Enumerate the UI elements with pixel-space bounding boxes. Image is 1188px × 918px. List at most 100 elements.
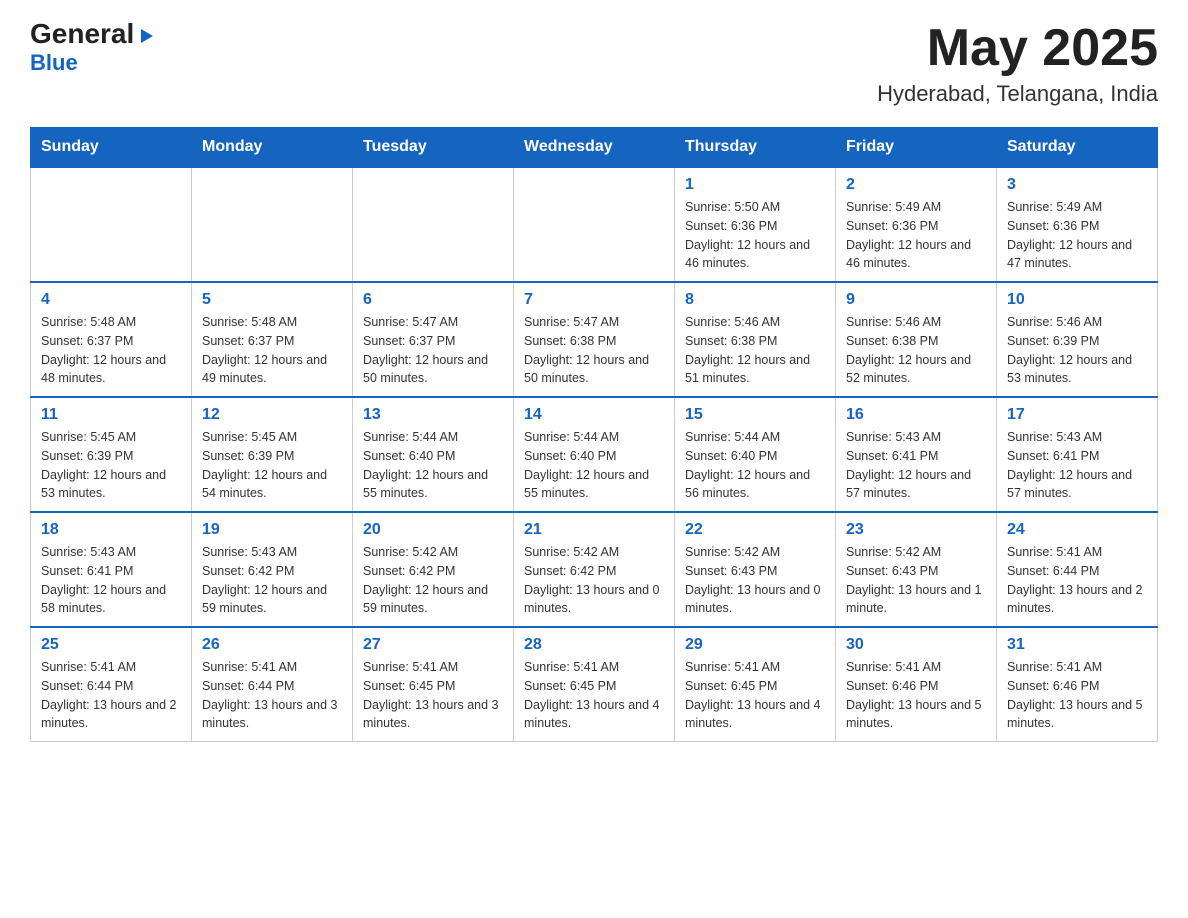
day-info: Sunrise: 5:45 AMSunset: 6:39 PMDaylight:… [202, 428, 342, 503]
calendar-cell: 15 Sunrise: 5:44 AMSunset: 6:40 PMDayligh… [675, 397, 836, 512]
calendar-cell: 13Sunrise: 5:44 AMSunset: 6:40 PMDayligh… [353, 397, 514, 512]
day-info: Sunrise: 5:41 AMSunset: 6:46 PMDaylight:… [1007, 658, 1147, 733]
day-info: Sunrise: 5:41 AMSunset: 6:45 PMDaylight:… [685, 658, 825, 733]
day-info: Sunrise: 5:46 AMSunset: 6:39 PMDaylight:… [1007, 313, 1147, 388]
day-number: 19 [202, 521, 342, 539]
logo-blue-text: Blue [30, 50, 78, 76]
day-number: 6 [363, 291, 503, 309]
week-row-5: 25 Sunrise: 5:41 AMSunset: 6:44 PMDayligh… [31, 627, 1158, 742]
day-info: Sunrise: 5:41 AMSunset: 6:44 PMDaylight:… [41, 658, 181, 733]
day-info: Sunrise: 5:45 AMSunset: 6:39 PMDaylight:… [41, 428, 181, 503]
logo: General Blue [30, 20, 155, 76]
location-title: Hyderabad, Telangana, India [877, 81, 1158, 107]
day-number: 17 [1007, 406, 1147, 424]
day-number: 31 [1007, 636, 1147, 654]
day-header-wednesday: Wednesday [514, 128, 675, 168]
day-header-friday: Friday [836, 128, 997, 168]
calendar-cell: 1 Sunrise: 5:50 AMSunset: 6:36 PMDaylight… [675, 167, 836, 282]
day-info: Sunrise: 5:41 AMSunset: 6:45 PMDaylight:… [363, 658, 503, 733]
calendar-cell: 2Sunrise: 5:49 AMSunset: 6:36 PMDaylight… [836, 167, 997, 282]
day-info: Sunrise: 5:41 AMSunset: 6:44 PMDaylight:… [1007, 543, 1147, 618]
day-info: Sunrise: 5:46 AMSunset: 6:38 PMDaylight:… [846, 313, 986, 388]
day-header-thursday: Thursday [675, 128, 836, 168]
day-number: 21 [524, 521, 664, 539]
day-number: 5 [202, 291, 342, 309]
day-number: 26 [202, 636, 342, 654]
day-number: 18 [41, 521, 181, 539]
calendar-cell: 3Sunrise: 5:49 AMSunset: 6:36 PMDaylight… [997, 167, 1158, 282]
day-info: Sunrise: 5:43 AMSunset: 6:41 PMDaylight:… [1007, 428, 1147, 503]
day-info: Sunrise: 5:41 AMSunset: 6:46 PMDaylight:… [846, 658, 986, 733]
calendar-cell: 18Sunrise: 5:43 AMSunset: 6:41 PMDayligh… [31, 512, 192, 627]
calendar-cell [192, 167, 353, 282]
calendar-cell: 26 Sunrise: 5:41 AMSunset: 6:44 PMDayligh… [192, 627, 353, 742]
day-number: 1 [685, 176, 825, 194]
day-info: Sunrise: 5:42 AMSunset: 6:42 PMDaylight:… [363, 543, 503, 618]
day-number: 24 [1007, 521, 1147, 539]
day-header-saturday: Saturday [997, 128, 1158, 168]
calendar-cell: 25 Sunrise: 5:41 AMSunset: 6:44 PMDayligh… [31, 627, 192, 742]
calendar-cell [31, 167, 192, 282]
day-header-monday: Monday [192, 128, 353, 168]
day-info: Sunrise: 5:41 AMSunset: 6:44 PMDaylight:… [202, 658, 342, 733]
day-info: Sunrise: 5:47 AMSunset: 6:37 PMDaylight:… [363, 313, 503, 388]
calendar-cell: 28Sunrise: 5:41 AMSunset: 6:45 PMDayligh… [514, 627, 675, 742]
week-row-1: 1 Sunrise: 5:50 AMSunset: 6:36 PMDaylight… [31, 167, 1158, 282]
day-number: 25 [41, 636, 181, 654]
calendar-cell [353, 167, 514, 282]
day-number: 12 [202, 406, 342, 424]
week-row-4: 18Sunrise: 5:43 AMSunset: 6:41 PMDayligh… [31, 512, 1158, 627]
day-number: 15 [685, 406, 825, 424]
calendar-cell: 6 Sunrise: 5:47 AMSunset: 6:37 PMDaylight… [353, 282, 514, 397]
calendar: SundayMondayTuesdayWednesdayThursdayFrid… [30, 127, 1158, 742]
day-header-sunday: Sunday [31, 128, 192, 168]
day-info: Sunrise: 5:42 AMSunset: 6:42 PMDaylight:… [524, 543, 664, 618]
day-header-tuesday: Tuesday [353, 128, 514, 168]
calendar-cell: 29 Sunrise: 5:41 AMSunset: 6:45 PMDayligh… [675, 627, 836, 742]
day-number: 20 [363, 521, 503, 539]
day-info: Sunrise: 5:46 AMSunset: 6:38 PMDaylight:… [685, 313, 825, 388]
day-info: Sunrise: 5:42 AMSunset: 6:43 PMDaylight:… [846, 543, 986, 618]
week-row-2: 4 Sunrise: 5:48 AMSunset: 6:37 PMDaylight… [31, 282, 1158, 397]
day-number: 23 [846, 521, 986, 539]
calendar-cell: 24 Sunrise: 5:41 AMSunset: 6:44 PMDayligh… [997, 512, 1158, 627]
day-info: Sunrise: 5:44 AMSunset: 6:40 PMDaylight:… [524, 428, 664, 503]
logo-triangle [137, 22, 155, 50]
day-number: 11 [41, 406, 181, 424]
calendar-cell: 16Sunrise: 5:43 AMSunset: 6:41 PMDayligh… [836, 397, 997, 512]
calendar-cell: 17 Sunrise: 5:43 AMSunset: 6:41 PMDayligh… [997, 397, 1158, 512]
calendar-cell: 8 Sunrise: 5:46 AMSunset: 6:38 PMDaylight… [675, 282, 836, 397]
day-info: Sunrise: 5:49 AMSunset: 6:36 PMDaylight:… [1007, 198, 1147, 273]
calendar-cell: 14 Sunrise: 5:44 AMSunset: 6:40 PMDayligh… [514, 397, 675, 512]
calendar-header-row: SundayMondayTuesdayWednesdayThursdayFrid… [31, 128, 1158, 168]
day-number: 4 [41, 291, 181, 309]
calendar-cell: 9 Sunrise: 5:46 AMSunset: 6:38 PMDaylight… [836, 282, 997, 397]
calendar-cell: 22 Sunrise: 5:42 AMSunset: 6:43 PMDayligh… [675, 512, 836, 627]
day-number: 29 [685, 636, 825, 654]
calendar-cell: 27 Sunrise: 5:41 AMSunset: 6:45 PMDayligh… [353, 627, 514, 742]
header: General Blue May 2025 Hyderabad, Telanga… [30, 20, 1158, 107]
day-number: 14 [524, 406, 664, 424]
day-info: Sunrise: 5:44 AMSunset: 6:40 PMDaylight:… [685, 428, 825, 503]
day-info: Sunrise: 5:50 AMSunset: 6:36 PMDaylight:… [685, 198, 825, 273]
day-number: 2 [846, 176, 986, 194]
day-number: 30 [846, 636, 986, 654]
day-info: Sunrise: 5:47 AMSunset: 6:38 PMDaylight:… [524, 313, 664, 388]
day-info: Sunrise: 5:48 AMSunset: 6:37 PMDaylight:… [202, 313, 342, 388]
month-title: May 2025 [877, 20, 1158, 77]
day-number: 22 [685, 521, 825, 539]
day-number: 10 [1007, 291, 1147, 309]
calendar-cell: 30 Sunrise: 5:41 AMSunset: 6:46 PMDayligh… [836, 627, 997, 742]
calendar-cell: 10 Sunrise: 5:46 AMSunset: 6:39 PMDayligh… [997, 282, 1158, 397]
calendar-cell [514, 167, 675, 282]
calendar-cell: 7Sunrise: 5:47 AMSunset: 6:38 PMDaylight… [514, 282, 675, 397]
calendar-cell: 11 Sunrise: 5:45 AMSunset: 6:39 PMDayligh… [31, 397, 192, 512]
day-info: Sunrise: 5:48 AMSunset: 6:37 PMDaylight:… [41, 313, 181, 388]
day-number: 8 [685, 291, 825, 309]
calendar-cell: 12 Sunrise: 5:45 AMSunset: 6:39 PMDayligh… [192, 397, 353, 512]
day-number: 9 [846, 291, 986, 309]
calendar-cell: 4 Sunrise: 5:48 AMSunset: 6:37 PMDaylight… [31, 282, 192, 397]
day-number: 27 [363, 636, 503, 654]
day-info: Sunrise: 5:42 AMSunset: 6:43 PMDaylight:… [685, 543, 825, 618]
title-area: May 2025 Hyderabad, Telangana, India [877, 20, 1158, 107]
